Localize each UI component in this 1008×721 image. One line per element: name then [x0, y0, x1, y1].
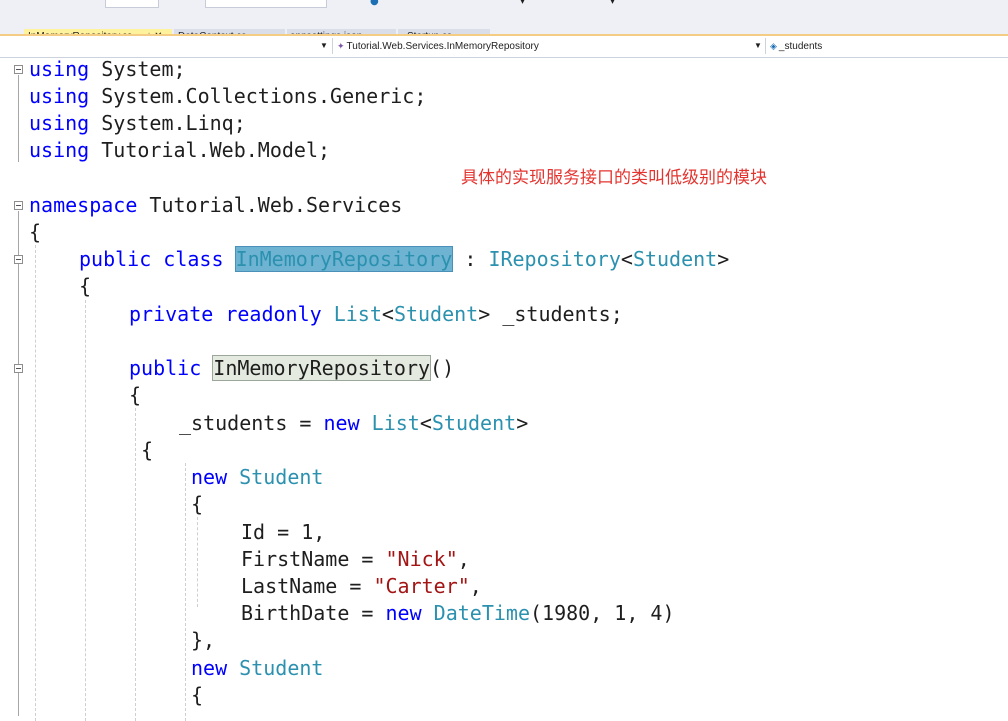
- class-icon: ✦: [337, 41, 345, 51]
- type-name: Student: [239, 656, 324, 680]
- code-line: public InMemoryRepository(): [129, 355, 454, 382]
- code-line: {: [191, 683, 204, 707]
- code-text: ,: [457, 547, 470, 571]
- code-line: {: [129, 383, 142, 407]
- toolbar-dropdown[interactable]: [205, 0, 327, 8]
- keyword: new: [385, 601, 422, 625]
- code-line: private readonly List<Student> _students…: [129, 301, 623, 328]
- type-name: Student: [632, 247, 718, 271]
- code-line: Id = 1,: [241, 520, 326, 544]
- type-name: List: [371, 411, 420, 435]
- code-text: >: [717, 247, 730, 271]
- code-line: {: [191, 492, 204, 516]
- keyword: using: [29, 138, 90, 162]
- collapse-icon[interactable]: [14, 364, 23, 373]
- string-literal: "Carter": [373, 574, 470, 598]
- outline-line: [18, 75, 19, 162]
- code-text: (1980, 1, 4): [530, 601, 675, 625]
- keyword: using: [29, 58, 90, 81]
- annotation-text: 具体的实现服务接口的类叫低级别的模块: [461, 168, 767, 188]
- code-text: _students;: [490, 302, 623, 326]
- member-dropdown[interactable]: ◈ _students: [765, 38, 1008, 54]
- field-icon: ◈: [770, 41, 777, 51]
- code-text: BirthDate =: [241, 601, 386, 625]
- type-dropdown-label: Tutorial.Web.Services.InMemoryRepository: [346, 41, 539, 52]
- type-name: List: [333, 302, 382, 326]
- keyword: new: [323, 411, 360, 435]
- keyword: namespace: [29, 193, 138, 217]
- chevron-down-icon: ▼: [320, 41, 328, 50]
- code-text: >: [516, 411, 529, 435]
- refresh-icon[interactable]: ●: [370, 0, 379, 7]
- code-line: new Student: [191, 464, 323, 491]
- code-line: BirthDate = new DateTime(1980, 1, 4): [241, 600, 675, 627]
- type-name: Student: [431, 411, 517, 435]
- code-text: ,: [469, 574, 482, 598]
- code-editor[interactable]: using System; using System.Collections.G…: [0, 58, 1008, 721]
- keyword: new: [191, 465, 228, 489]
- toolbar-dropdown[interactable]: [105, 0, 159, 8]
- code-text: System;: [89, 58, 186, 81]
- indent-guide: [185, 463, 186, 721]
- toolbar-icon[interactable]: ▾: [610, 0, 615, 7]
- keyword: private: [129, 302, 214, 326]
- keyword: readonly: [225, 302, 322, 326]
- code-text: LastName =: [241, 574, 374, 598]
- code-line: LastName = "Carter",: [241, 573, 482, 600]
- string-literal: "Nick": [385, 547, 458, 571]
- member-dropdown-label: _students: [778, 41, 823, 52]
- collapse-icon[interactable]: [14, 65, 23, 74]
- navigation-bar: ▼ ✦ Tutorial.Web.Services.InMemoryReposit…: [0, 36, 1008, 58]
- indent-guide: [35, 245, 36, 721]
- code-line: new Student: [191, 655, 323, 682]
- code-line: {: [141, 438, 154, 462]
- code-line: },: [191, 628, 216, 652]
- chevron-down-icon: ▼: [754, 41, 762, 50]
- code-text: Tutorial.Web.Model;: [89, 138, 331, 162]
- code-text: System.Collections.Generic;: [89, 84, 427, 108]
- code-line: {: [29, 220, 42, 244]
- keyword: using: [29, 84, 90, 108]
- keyword: new: [191, 656, 228, 680]
- project-dropdown[interactable]: ▼: [0, 38, 330, 54]
- code-text: FirstName =: [241, 547, 386, 571]
- highlighted-reference[interactable]: InMemoryRepository: [212, 355, 432, 381]
- indent-guide: [85, 300, 86, 721]
- code-line: _students = new List<Student>: [179, 410, 528, 437]
- type-name: DateTime: [433, 601, 530, 625]
- code-text: :: [452, 247, 489, 271]
- code-text: <: [419, 411, 432, 435]
- code-text: >: [478, 302, 491, 326]
- indent-guide: [197, 517, 198, 607]
- code-text: System.Linq;: [89, 111, 246, 135]
- type-name: Student: [393, 302, 479, 326]
- type-name: Student: [239, 465, 324, 489]
- keyword: public: [129, 356, 202, 380]
- collapse-icon[interactable]: [14, 201, 23, 210]
- code-text: Tutorial.Web.Services: [137, 193, 403, 217]
- type-dropdown[interactable]: ✦ Tutorial.Web.Services.InMemoryRepositor…: [332, 38, 765, 54]
- code-line: using System;: [29, 58, 186, 83]
- type-name: IRepository: [488, 247, 621, 271]
- outline-line: [18, 211, 19, 716]
- keyword: class: [163, 247, 224, 271]
- code-text: <: [620, 247, 633, 271]
- selected-class-name[interactable]: InMemoryRepository: [234, 246, 454, 272]
- code-line: {: [79, 274, 92, 298]
- indent-guide: [135, 408, 136, 721]
- code-text: <: [381, 302, 394, 326]
- code-line: using System.Collections.Generic;: [29, 83, 426, 110]
- code-line: namespace Tutorial.Web.Services: [29, 192, 402, 219]
- collapse-icon[interactable]: [14, 255, 23, 264]
- code-line: using System.Linq;: [29, 110, 246, 137]
- code-line: public class InMemoryRepository : IRepos…: [79, 246, 729, 273]
- code-text: _students =: [179, 411, 324, 435]
- code-line: using Tutorial.Web.Model;: [29, 137, 330, 164]
- code-text: (): [430, 356, 455, 380]
- tab-strip: InMemoryRepository.cs⊣✕ DataContext.cs a…: [0, 10, 1008, 44]
- keyword: using: [29, 111, 90, 135]
- code-line: FirstName = "Nick",: [241, 546, 470, 573]
- toolbar-icon[interactable]: ▾: [520, 0, 525, 7]
- keyword: public: [79, 247, 152, 271]
